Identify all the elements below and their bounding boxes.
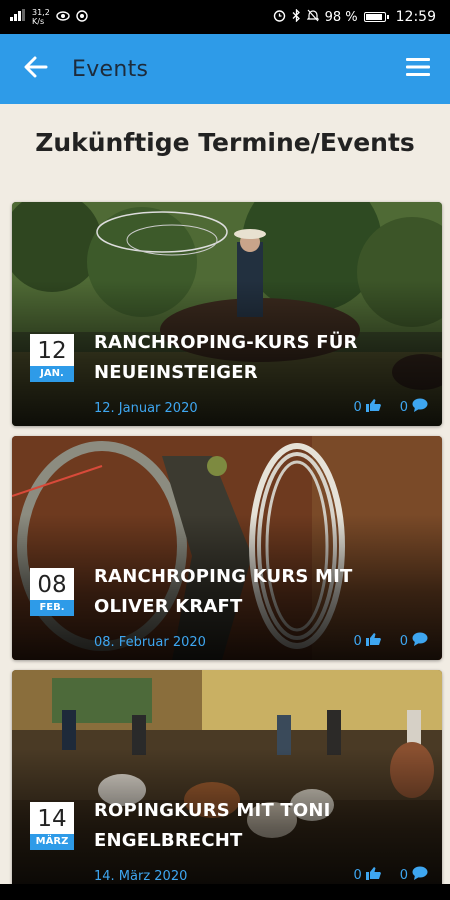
back-button[interactable] xyxy=(0,34,72,104)
event-date: 12. Januar 2020 xyxy=(94,401,198,416)
hamburger-menu-icon xyxy=(405,57,431,81)
thumbs-up-icon xyxy=(365,632,382,650)
likes-count: 0 xyxy=(353,399,362,415)
comments-count: 0 xyxy=(399,867,408,883)
likes-stat[interactable]: 0 xyxy=(353,398,381,416)
likes-count: 0 xyxy=(353,867,362,883)
event-title[interactable]: ROPINGKURS MIT TONI ENGELBRECHT xyxy=(94,796,430,856)
date-month: FEB. xyxy=(30,600,74,616)
network-speed: 31,2 K/s xyxy=(32,8,50,26)
comments-stat[interactable]: 0 xyxy=(400,866,428,884)
speech-bubble-icon xyxy=(412,866,428,884)
speech-bubble-icon xyxy=(412,632,428,650)
date-badge: 08 FEB. xyxy=(30,568,74,616)
speed-value: 31,2 xyxy=(32,8,50,17)
event-card[interactable]: 12 JAN. RANCHROPING-KURS FÜR NEUEINSTEIG… xyxy=(12,202,442,426)
bluetooth-icon xyxy=(292,7,301,26)
status-bar-right: 98 % 12:59 xyxy=(273,7,436,26)
thumbs-up-icon xyxy=(365,866,382,884)
date-badge: 14 MÄRZ xyxy=(30,802,74,850)
comments-count: 0 xyxy=(399,399,408,415)
speed-unit: K/s xyxy=(32,17,45,26)
app-notification-icon xyxy=(76,9,88,25)
date-day: 12 xyxy=(37,338,67,364)
status-bar-left: 31,2 K/s xyxy=(10,8,88,26)
comments-stat[interactable]: 0 xyxy=(400,632,428,650)
mute-icon xyxy=(306,9,320,26)
thumbs-up-icon xyxy=(365,398,382,416)
event-stats: 0 0 xyxy=(353,632,428,650)
date-day: 14 xyxy=(37,806,67,832)
event-card[interactable]: 14 MÄRZ ROPINGKURS MIT TONI ENGELBRECHT … xyxy=(12,670,442,894)
date-month: JAN. xyxy=(30,366,74,382)
comments-count: 0 xyxy=(399,633,408,649)
date-badge: 12 JAN. xyxy=(30,334,74,382)
event-title[interactable]: RANCHROPING-KURS FÜR NEUEINSTEIGER xyxy=(94,328,430,388)
likes-stat[interactable]: 0 xyxy=(353,632,381,650)
arrow-left-icon xyxy=(24,56,48,82)
status-bar: 31,2 K/s 98 % 12:59 xyxy=(0,0,450,34)
app-bar: Events xyxy=(0,34,450,104)
date-day: 08 xyxy=(37,572,67,598)
date-month: MÄRZ xyxy=(30,834,74,850)
event-date: 08. Februar 2020 xyxy=(94,635,206,650)
clock: 12:59 xyxy=(395,9,436,25)
image-overlay xyxy=(12,202,442,426)
battery-icon xyxy=(363,12,389,22)
page-title: Zukünftige Termine/Events xyxy=(35,128,415,157)
event-stats: 0 0 xyxy=(353,866,428,884)
system-navigation-bar xyxy=(0,884,450,900)
event-date: 14. März 2020 xyxy=(94,869,188,884)
image-overlay xyxy=(12,436,442,660)
likes-count: 0 xyxy=(353,633,362,649)
event-stats: 0 0 xyxy=(353,398,428,416)
battery-percent: 98 % xyxy=(324,9,358,25)
event-card[interactable]: 08 FEB. RANCHROPING KURS MIT OLIVER KRAF… xyxy=(12,436,442,660)
comments-stat[interactable]: 0 xyxy=(400,398,428,416)
alarm-icon xyxy=(273,9,286,26)
likes-stat[interactable]: 0 xyxy=(353,866,381,884)
menu-button[interactable] xyxy=(386,34,450,104)
signal-icon xyxy=(10,9,26,25)
image-overlay xyxy=(12,670,442,894)
event-title[interactable]: RANCHROPING KURS MIT OLIVER KRAFT xyxy=(94,562,430,622)
app-bar-title: Events xyxy=(72,56,149,82)
speech-bubble-icon xyxy=(412,398,428,416)
eye-icon xyxy=(56,10,70,24)
